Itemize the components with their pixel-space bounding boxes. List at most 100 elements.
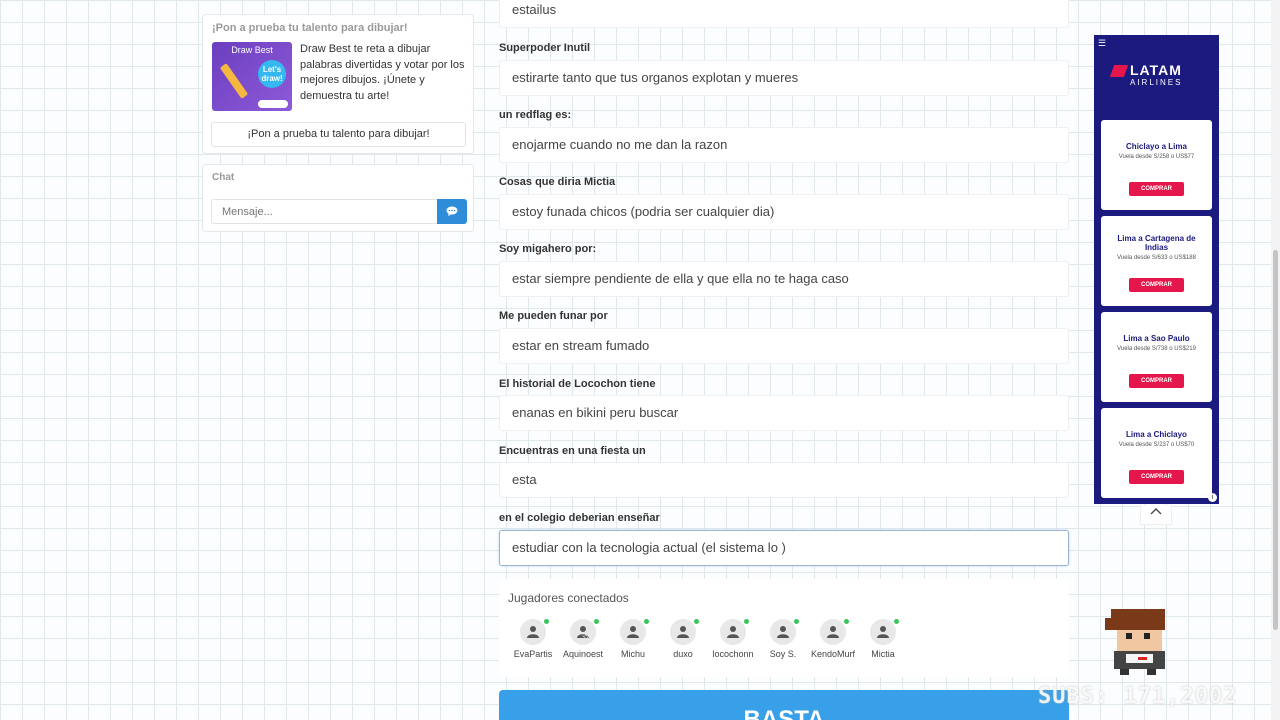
answer-field[interactable]: estoy funada chicos (podria ser cualquie… [499, 194, 1069, 230]
player-avatar [570, 619, 599, 645]
user-star-icon [577, 626, 590, 640]
player-item[interactable]: EvaPartis [506, 619, 560, 659]
question-label: Superpoder Inutil [499, 42, 591, 54]
player-name: KendoMurf [810, 649, 856, 659]
player-name: locochonn [712, 649, 754, 659]
ad-route: Chiclayo a Lima [1126, 142, 1187, 151]
ad-buy-button[interactable]: COMPRAR [1129, 278, 1184, 292]
question-label: Cosas que diria Mictia [499, 176, 616, 188]
player-avatar [820, 619, 849, 645]
online-status-dot [744, 619, 749, 624]
player-avatar [670, 619, 699, 645]
online-status-dot [644, 619, 649, 624]
answer-field[interactable]: estar siempre pendiente de ella y que el… [499, 261, 1069, 297]
user-icon [827, 626, 839, 638]
promo-description: Draw Best te reta a dibujar palabras div… [300, 43, 465, 102]
latam-ad[interactable]: ☰ LATAM AIRLINES Chiclayo a Lima Vuela d… [1094, 35, 1219, 504]
ad-price: Vuela desde S/237 o US$70 [1118, 442, 1195, 448]
player-name: Mictia [871, 649, 895, 659]
connected-players-panel: Jugadores conectados EvaPartis Aquinoest M… [499, 579, 1069, 677]
ad-route: Lima a Cartagena de Indias [1117, 234, 1196, 252]
player-avatar [620, 619, 649, 645]
player-name: duxo [673, 649, 693, 659]
player-name: Aquinoest [562, 649, 604, 659]
question-label: Me pueden funar por [499, 310, 608, 322]
answer-field[interactable]: esta [499, 462, 1069, 498]
player-item[interactable]: Michu [606, 619, 660, 659]
ad-price: Vuela desde S/633 o US$188 [1117, 255, 1196, 261]
ad-info-icon[interactable]: i [1208, 493, 1217, 502]
player-item[interactable]: Aquinoest [556, 619, 610, 659]
chat-send-button[interactable] [437, 199, 467, 224]
ad-offer[interactable]: Lima a Cartagena de Indias Vuela desde S… [1101, 216, 1212, 306]
chat-card: Chat [202, 164, 474, 232]
answer-field[interactable]: enanas en bikini peru buscar [499, 395, 1069, 431]
answer-field[interactable]: enojarme cuando no me dan la razon [499, 127, 1069, 163]
player-avatar [520, 619, 549, 645]
ad-menu-icon[interactable]: ☰ [1098, 38, 1106, 49]
question-label: un redflag es: [499, 109, 572, 121]
player-avatar [770, 619, 799, 645]
pixel-character-avatar [1105, 609, 1165, 675]
players-title: Jugadores conectados [508, 591, 629, 605]
online-status-dot [594, 619, 599, 624]
user-icon [627, 626, 639, 638]
ad-offer[interactable]: Lima a Sao Paulo Vuela desde S/738 o US$… [1101, 312, 1212, 402]
player-item[interactable]: KendoMurf [806, 619, 860, 659]
question-label: El historial de Locochon tiene [499, 378, 656, 390]
pencil-icon [219, 63, 249, 99]
ad-buy-button[interactable]: COMPRAR [1129, 374, 1184, 388]
ad-offer[interactable]: Lima a Chiclayo Vuela desde S/237 o US$7… [1101, 408, 1212, 498]
ad-price: Vuela desde S/258 o US$77 [1118, 154, 1195, 160]
online-status-dot [544, 619, 549, 624]
question-label: en el colegio deberian enseñar [499, 512, 660, 524]
promo-button[interactable]: ¡Pon a prueba tu talento para dibujar! [211, 122, 466, 147]
answer-field-active[interactable]: estudiar con la tecnologia actual (el si… [499, 530, 1069, 566]
chat-title: Chat [212, 172, 235, 183]
player-name: Michu [620, 649, 645, 659]
answer-field[interactable]: estailus [499, 0, 1069, 28]
scrollbar-thumb[interactable] [1273, 250, 1278, 630]
player-item[interactable]: locochonn [706, 619, 760, 659]
answer-field[interactable]: estar en stream fumado [499, 328, 1069, 364]
chat-message-input[interactable] [211, 199, 437, 224]
latam-logo: LATAM AIRLINES [1109, 62, 1182, 87]
player-item[interactable]: Soy S. [756, 619, 810, 659]
ad-buy-button[interactable]: COMPRAR [1129, 182, 1184, 196]
player-avatar [870, 619, 899, 645]
question-label: Encuentras en una fiesta un [499, 445, 646, 457]
ad-buy-button[interactable]: COMPRAR [1129, 470, 1184, 484]
user-icon [777, 626, 789, 638]
user-icon [527, 626, 539, 638]
ad-offer[interactable]: Chiclayo a Lima Vuela desde S/258 o US$7… [1101, 120, 1212, 210]
draw-bubble: Let's draw! [258, 60, 286, 88]
player-item[interactable]: Mictia [856, 619, 910, 659]
page-scrollbar[interactable] [1271, 0, 1280, 720]
user-icon [877, 626, 889, 638]
ad-route: Lima a Chiclayo [1126, 430, 1187, 439]
latam-mark-icon [1109, 65, 1129, 78]
player-avatar [720, 619, 749, 645]
player-item[interactable]: duxo [656, 619, 710, 659]
subscriber-counter: SUBS: 171,2002 [1038, 684, 1238, 709]
draw-best-image[interactable]: Draw Best Let's draw! [212, 42, 292, 111]
ad-collapse-button[interactable] [1140, 505, 1172, 525]
promo-card: ¡Pon a prueba tu talento para dibujar! D… [202, 14, 474, 154]
chat-bubble-icon [446, 206, 458, 216]
user-icon [727, 626, 739, 638]
player-name: EvaPartis [513, 649, 553, 659]
ad-price: Vuela desde S/738 o US$219 [1117, 346, 1196, 352]
online-status-dot [794, 619, 799, 624]
chevron-up-icon [1150, 507, 1162, 515]
draw-best-image-label: Draw Best [231, 45, 273, 55]
online-status-dot [844, 619, 849, 624]
question-label: Soy migahero por: [499, 243, 597, 255]
online-status-dot [694, 619, 699, 624]
answer-field[interactable]: estirarte tanto que tus organos explotan… [499, 60, 1069, 96]
ad-route: Lima a Sao Paulo [1123, 334, 1190, 343]
player-name: Soy S. [769, 649, 797, 659]
online-status-dot [894, 619, 899, 624]
promo-title: ¡Pon a prueba tu talento para dibujar! [212, 22, 408, 34]
user-icon [677, 626, 689, 638]
basta-button[interactable]: BASTA [499, 690, 1069, 720]
